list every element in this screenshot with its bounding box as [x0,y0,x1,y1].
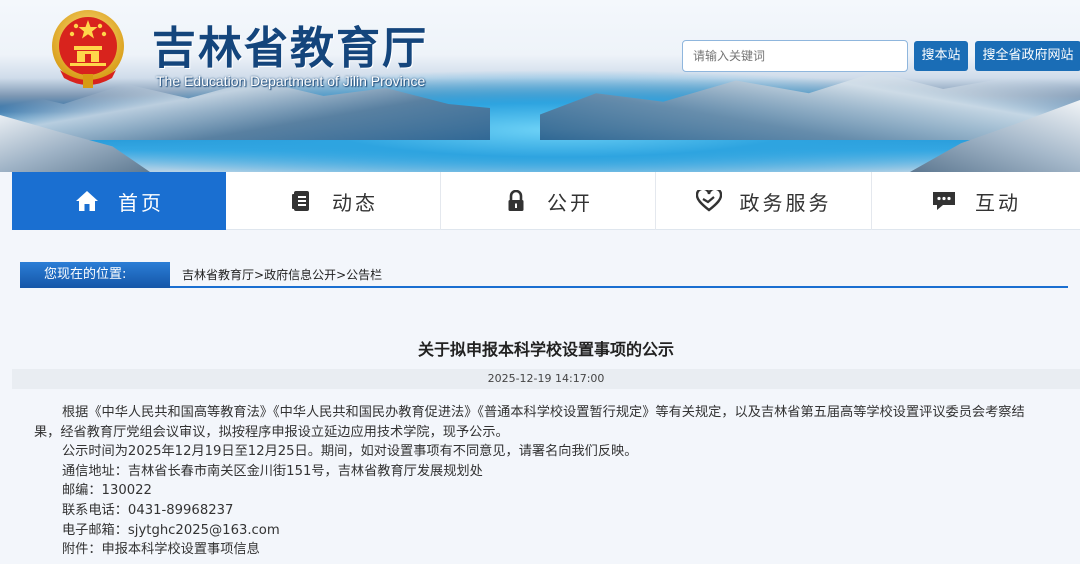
breadcrumb-separator: > [336,268,347,282]
site-subtitle: The Education Department of Jilin Provin… [156,73,426,89]
handshake-heart-icon [695,188,722,214]
nav-item-label: 互动 [975,190,1021,215]
home-icon [74,188,100,214]
breadcrumb-link-disclosure[interactable]: 政府信息公开 [264,268,336,282]
breadcrumb-link-bulletin[interactable]: 公告栏 [346,268,382,282]
nav-item-label: 动态 [332,190,378,215]
contact-address: 通信地址：吉林省长春市南关区金川街151号，吉林省教育厅发展规划处 [62,463,483,479]
site-title: 吉林省教育厅 [152,23,428,74]
contact-postcode: 邮编：130022 [62,483,152,499]
article-paragraph: 公示时间为2025年12月19日至12月25日。期间，如对设置事项有不同意见，请… [62,444,638,460]
nav-item-services[interactable]: 政务服务 [656,172,872,230]
nav-item-interaction[interactable]: 互动 [872,172,1080,230]
article-body: 根据《中华人民共和国高等教育法》《中华人民共和国民办教育促进法》《普通本科学校设… [34,403,1044,560]
header-banner: 吉林省教育厅 The Education Department of Jilin… [0,0,1080,172]
breadcrumb: 您现在的位置: 吉林省教育厅>政府信息公开>公告栏 [20,262,1068,288]
article-date: 2025-12-19 14:17:00 [12,369,1080,389]
nav-item-disclosure[interactable]: 公开 [441,172,656,230]
search-site-button[interactable]: 搜本站 [914,41,968,71]
chat-icon [931,188,957,214]
breadcrumb-path: 吉林省教育厅>政府信息公开>公告栏 [182,262,382,288]
breadcrumb-link-home[interactable]: 吉林省教育厅 [182,268,254,282]
contact-email: 电子邮箱：sjytghc2025@163.com [62,522,280,538]
nav-item-label: 公开 [547,190,593,215]
breadcrumb-separator: > [254,268,265,282]
search-input[interactable] [682,40,908,72]
nav-item-news[interactable]: 动态 [226,172,441,230]
document-icon [288,188,314,214]
nav-item-label: 政务服务 [739,190,832,215]
nav-item-home[interactable]: 首页 [12,172,226,230]
article-title: 关于拟申报本科学校设置事项的公示 [417,340,674,359]
contact-phone: 联系电话：0431-89968237 [62,502,234,518]
article-paragraph: 根据《中华人民共和国高等教育法》《中华人民共和国民办教育促进法》《普通本科学校设… [34,405,1025,440]
breadcrumb-label: 您现在的位置: [20,262,170,288]
national-emblem-logo [52,10,124,88]
search-gov-button[interactable]: 搜全省政府网站 [975,41,1080,71]
main-nav: 首页 动态 公开 政务服务 互动 [12,172,1080,230]
lock-icon [503,188,529,214]
nav-item-label: 首页 [118,190,164,215]
attachment-link[interactable]: 附件：申报本科学校设置事项信息 [34,540,1044,560]
